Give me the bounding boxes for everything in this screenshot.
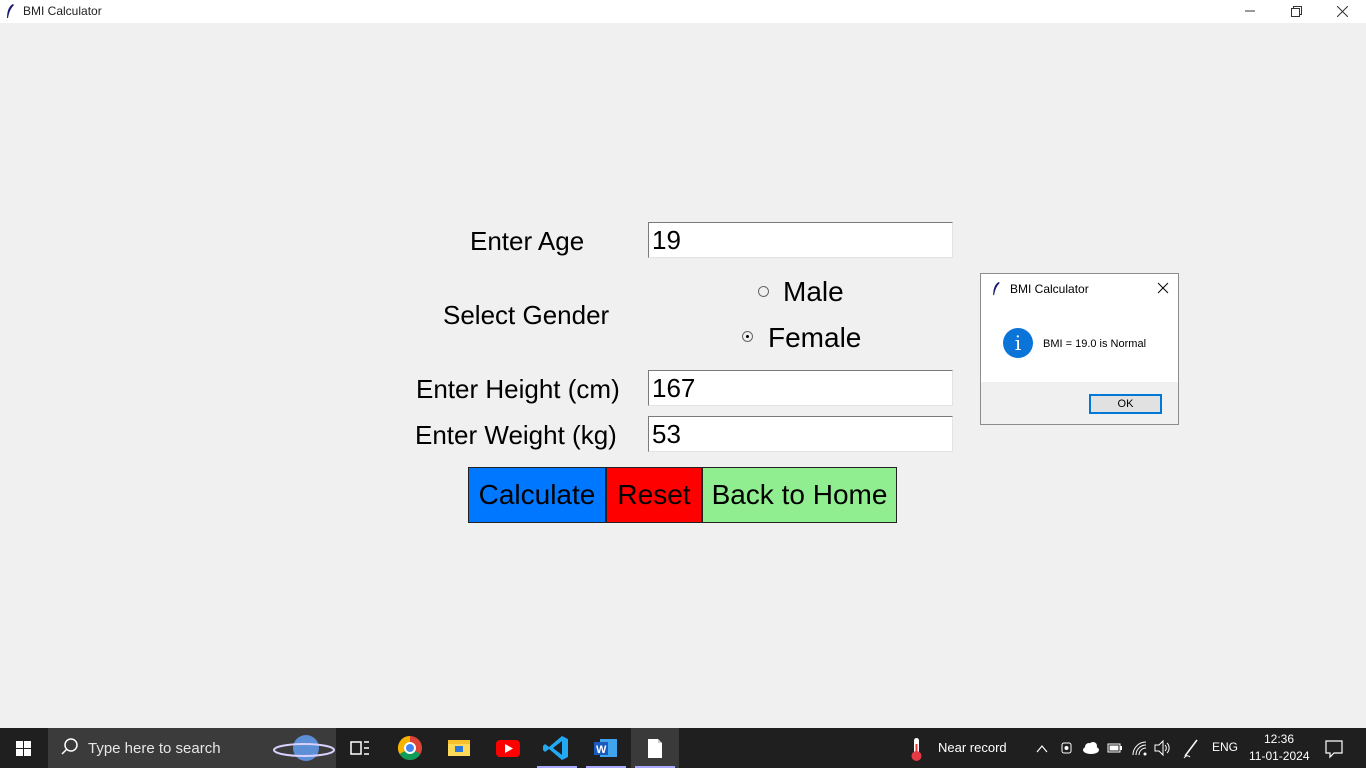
word-icon: W (594, 739, 617, 757)
close-icon (1337, 6, 1348, 17)
taskbar: Type here to search W Near record ENG 12… (0, 728, 1366, 768)
vscode-icon (543, 736, 568, 760)
height-input[interactable] (648, 370, 953, 406)
age-label: Enter Age (470, 226, 585, 256)
age-input[interactable] (648, 222, 953, 258)
feather-icon (993, 281, 1000, 296)
minimize-icon (1245, 10, 1255, 12)
feather-icon (7, 4, 14, 18)
thermometer-icon (911, 738, 922, 761)
female-radio-label: Female (768, 322, 862, 353)
ok-button[interactable]: OK (1089, 394, 1162, 414)
chrome-icon (397, 736, 422, 761)
chrome-taskbar-button[interactable] (386, 728, 434, 768)
height-label: Enter Height (cm) (416, 374, 620, 404)
folder-icon (448, 740, 470, 756)
start-button[interactable] (0, 728, 48, 768)
back-to-home-button[interactable]: Back to Home (702, 467, 897, 523)
notepad-taskbar-button[interactable] (631, 728, 679, 768)
document-icon (648, 739, 662, 758)
task-view-icon (350, 741, 369, 755)
weight-label: Enter Weight (kg) (415, 420, 617, 450)
info-icon: i (1003, 328, 1033, 358)
search-placeholder: Type here to search (88, 740, 221, 757)
language-indicator[interactable]: ENG (1212, 740, 1238, 754)
speaker-icon (1154, 739, 1170, 757)
youtube-icon (496, 740, 520, 757)
youtube-taskbar-button[interactable] (484, 728, 532, 768)
close-button[interactable] (1319, 0, 1365, 23)
dialog-title: BMI Calculator (1010, 282, 1089, 296)
restore-button[interactable] (1273, 0, 1319, 23)
pen-icon (1183, 739, 1198, 759)
male-radio-label: Male (783, 276, 844, 307)
minimize-button[interactable] (1227, 0, 1273, 23)
dialog-footer: OK (981, 382, 1178, 424)
vscode-taskbar-button[interactable] (533, 728, 581, 768)
search-highlight-icon (273, 735, 335, 761)
windows-icon (16, 741, 31, 756)
weight-input[interactable] (648, 416, 953, 452)
bmi-result-dialog: BMI Calculator i BMI = 19.0 is Normal OK (980, 273, 1179, 425)
gender-label: Select Gender (443, 300, 610, 330)
female-radio[interactable] (742, 331, 753, 342)
search-box[interactable]: Type here to search (48, 728, 336, 768)
search-icon (61, 738, 78, 755)
svg-text:W: W (596, 744, 607, 756)
dialog-close-icon[interactable] (1157, 282, 1169, 294)
file-explorer-taskbar-button[interactable] (435, 728, 483, 768)
male-radio[interactable] (758, 286, 769, 297)
reset-button[interactable]: Reset (606, 467, 702, 523)
weather-text[interactable]: Near record (938, 740, 1007, 755)
calculate-button[interactable]: Calculate (468, 467, 606, 523)
notification-icon[interactable] (1322, 728, 1346, 768)
chevron-up-icon[interactable] (1034, 728, 1050, 768)
clock-time[interactable]: 12:36 (1264, 732, 1294, 746)
task-view-button[interactable] (336, 728, 384, 768)
clock-date[interactable]: 11-01-2024 (1249, 749, 1310, 763)
window-title: BMI Calculator (23, 4, 102, 18)
battery-icon (1107, 743, 1122, 753)
cloud-icon (1083, 742, 1099, 754)
restore-icon (1291, 6, 1302, 17)
title-bar: BMI Calculator (0, 0, 1366, 23)
camera-icon (1061, 742, 1072, 754)
dialog-message: BMI = 19.0 is Normal (1043, 338, 1147, 350)
wifi-icon (1132, 741, 1147, 756)
word-taskbar-button[interactable]: W (582, 728, 630, 768)
